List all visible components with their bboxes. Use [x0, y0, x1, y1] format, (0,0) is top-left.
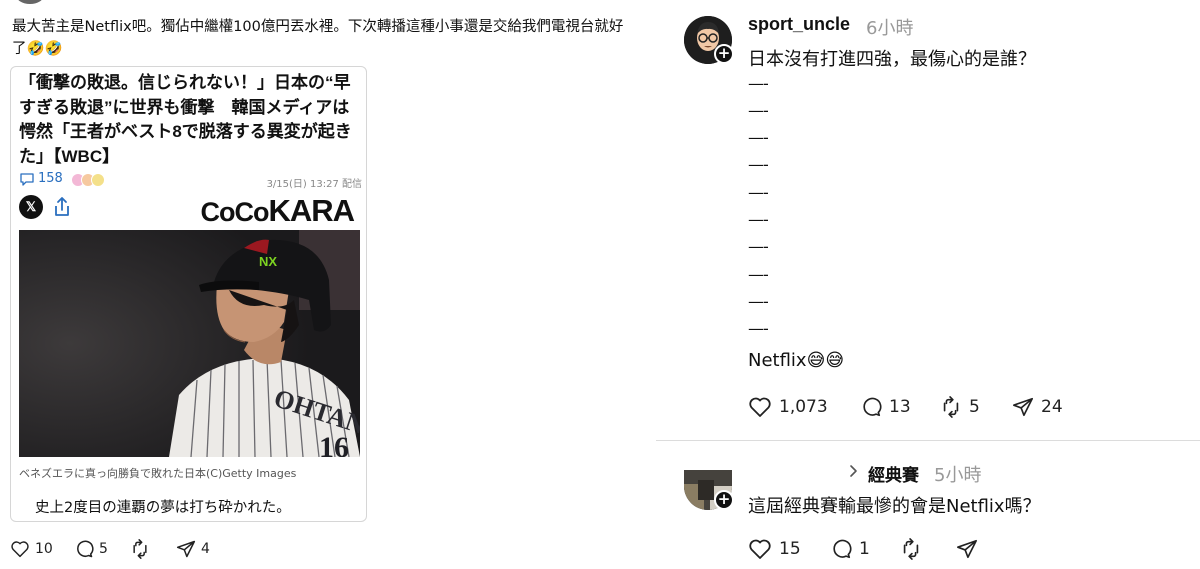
- like-button[interactable]: 15: [748, 536, 801, 562]
- repost-icon: [943, 396, 959, 418]
- share-count: 24: [1041, 397, 1063, 417]
- dash-line: —-: [748, 292, 769, 311]
- share-upload-icon[interactable]: [51, 195, 73, 219]
- comment-count: 1: [859, 539, 870, 559]
- post-text: 最大苦主是Netflix吧。獨佔中繼權100億円丟水裡。下次轉播這種小事還是交給…: [12, 19, 624, 57]
- repost-icon: [133, 539, 147, 559]
- reply-question: 日本沒有打進四強，最傷心的是誰？: [748, 49, 1036, 70]
- comment-button[interactable]: 5: [74, 538, 108, 560]
- link-preview-card[interactable]: 「衝撃の敗退。信じられない！」日本の“早すぎる敗退”に世界も衝撃 韓国メディアは…: [10, 66, 367, 522]
- dash-line: —-: [748, 265, 769, 284]
- dash-line: —-: [748, 155, 769, 174]
- comment-count: 13: [889, 397, 911, 417]
- dash-line: —-: [748, 319, 769, 338]
- share-icon: [957, 539, 977, 559]
- dash-line: —-: [748, 210, 769, 229]
- photo-caption: ベネズエラに真っ向勝負で敗れた日本(C)Getty Images: [19, 467, 297, 480]
- article-photo: OHTANI 16 NX: [19, 230, 360, 457]
- reply-actions: 15 1: [748, 536, 1168, 562]
- repost-button[interactable]: [130, 538, 155, 560]
- dash-line: —-: [748, 183, 769, 202]
- comment-count: 5: [99, 541, 108, 557]
- share-button[interactable]: 4: [176, 538, 210, 560]
- follow-plus-icon[interactable]: +: [714, 44, 734, 64]
- like-count: 15: [779, 539, 801, 559]
- post-actions: 10 5 4: [10, 538, 310, 560]
- repost-button[interactable]: 5: [940, 394, 980, 420]
- x-logo-icon[interactable]: 𝕏: [19, 195, 43, 219]
- timestamp: 6小時: [866, 18, 914, 39]
- share-count: 4: [201, 541, 210, 557]
- share-button[interactable]: [956, 536, 985, 562]
- article-headline[interactable]: 「衝撃の敗退。信じられない！」日本の“早すぎる敗退”に世界も衝撃 韓国メディアは…: [19, 71, 364, 169]
- svg-text:16: 16: [319, 431, 349, 457]
- heart-icon: [749, 397, 771, 417]
- reply-actions: 1,073 13 5 24: [748, 394, 1168, 420]
- dash-line: —-: [748, 74, 769, 93]
- username[interactable]: sport_uncle: [748, 14, 850, 35]
- avatar[interactable]: [16, 0, 44, 4]
- repost-count: 5: [969, 397, 980, 417]
- reply-text: 這屆經典賽輸最慘的會是Netflix嗎？: [748, 496, 1041, 517]
- like-count: 10: [35, 541, 53, 557]
- comment-icon: [833, 539, 852, 559]
- svg-text:NX: NX: [259, 254, 277, 269]
- share-icon: [1013, 397, 1033, 417]
- ohtani-photo-illustration: OHTANI 16 NX: [19, 230, 360, 457]
- follow-plus-icon[interactable]: +: [714, 490, 734, 510]
- reply-answer: Netflix😅😅: [748, 350, 845, 371]
- repost-icon: [903, 538, 919, 560]
- heart-icon: [749, 539, 771, 559]
- share-button[interactable]: 24: [1012, 394, 1063, 420]
- comment-icon: [77, 540, 94, 558]
- dash-line: —-: [748, 128, 769, 147]
- left-post: 最大苦主是Netflix吧。獨佔中繼權100億円丟水裡。下次轉播這種小事還是交給…: [0, 0, 640, 569]
- repost-button[interactable]: [900, 536, 929, 562]
- article-subtitle: 史上2度目の連覇の夢は打ち砕かれた。: [35, 500, 291, 516]
- divider: [656, 440, 1200, 441]
- comment-button[interactable]: 13: [860, 394, 911, 420]
- reply-thread: + sport_uncle 6小時 日本沒有打進四強，最傷心的是誰？ —- —-…: [656, 0, 1200, 569]
- timestamp: 5小時: [934, 465, 982, 486]
- dash-line: —-: [748, 101, 769, 120]
- like-button[interactable]: 1,073: [748, 394, 828, 420]
- chevron-right-icon: [850, 465, 857, 477]
- dash-line: —-: [748, 237, 769, 256]
- comment-button[interactable]: 1: [830, 536, 870, 562]
- reply-to-label[interactable]: 經典賽: [868, 461, 919, 486]
- heart-icon: [11, 541, 29, 558]
- coco-kara-logo: CoCoKARA: [200, 193, 355, 228]
- comment-icon: [863, 397, 882, 417]
- article-meta: 158 3/15(日) 13:27 配信: [19, 170, 364, 190]
- like-button[interactable]: 10: [10, 538, 53, 560]
- comment-count[interactable]: 158: [38, 171, 63, 186]
- reaction-emojis: [71, 172, 105, 191]
- share-icon: [176, 540, 196, 558]
- publish-date: 3/15(日) 13:27 配信: [266, 179, 362, 190]
- comment-icon: [20, 173, 34, 186]
- like-count: 1,073: [779, 397, 828, 417]
